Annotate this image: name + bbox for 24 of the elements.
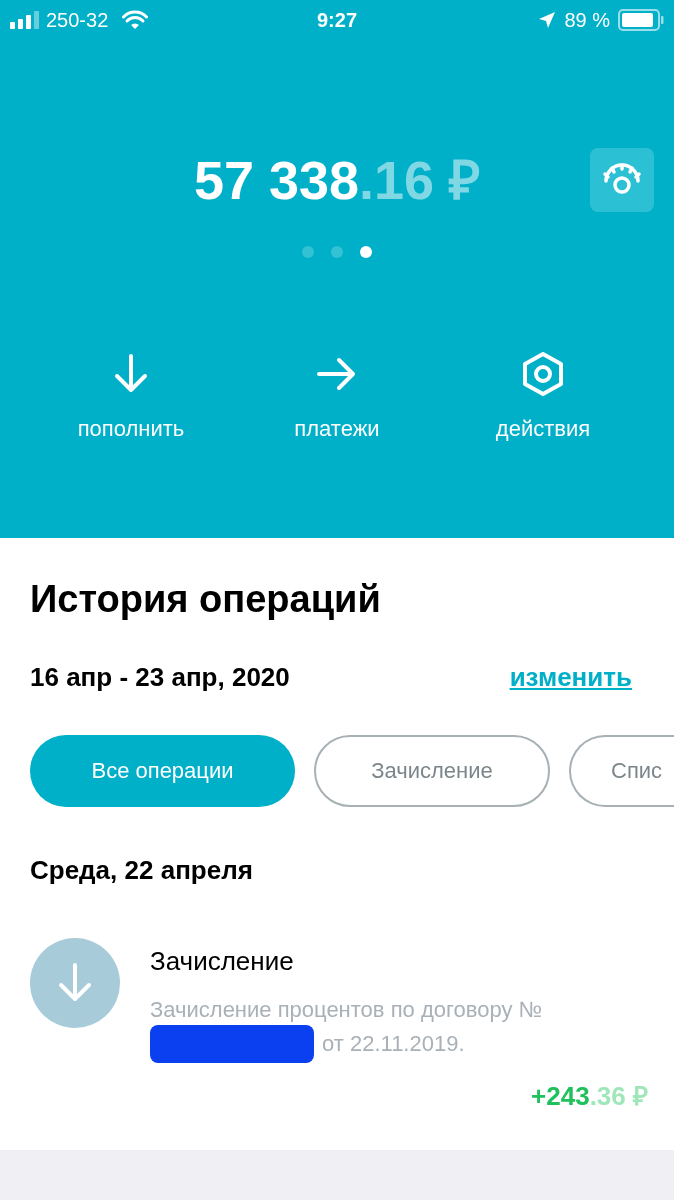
period-text: 16 апр - 23 апр, 2020 [30,660,290,694]
operation-description: от 22.11.2019. [322,1029,465,1058]
filter-chip[interactable]: Все операции [30,734,295,807]
hide-balance-button[interactable] [590,148,654,212]
action-button[interactable]: пополнить [38,350,224,445]
operation-amount: +243.36 ₽ [531,1079,648,1113]
carrier-text: 250-32 [46,8,109,33]
balance-amount: 57 338.16 ₽ [193,153,481,207]
clock-text: 9:27 [317,8,357,33]
filter-chip[interactable]: Зачисление [314,734,550,807]
filter-chip[interactable]: Спис [569,734,674,807]
battery-percent-text: 89 % [564,8,610,33]
wifi-icon [122,10,149,30]
signal-icon [10,11,40,29]
action-button[interactable]: действия [450,350,636,445]
operation-description: Зачисление процентов по договору № [150,995,544,1024]
battery-icon [618,9,664,31]
location-arrow-icon [538,11,557,29]
change-period-link[interactable]: изменить [509,657,632,697]
operation-title: Зачисление [150,944,295,978]
section-title: История операций [30,577,382,622]
eye-icon [602,163,642,197]
action-button[interactable]: платежи [244,350,430,445]
day-heading: Среда, 22 апреля [30,853,254,887]
